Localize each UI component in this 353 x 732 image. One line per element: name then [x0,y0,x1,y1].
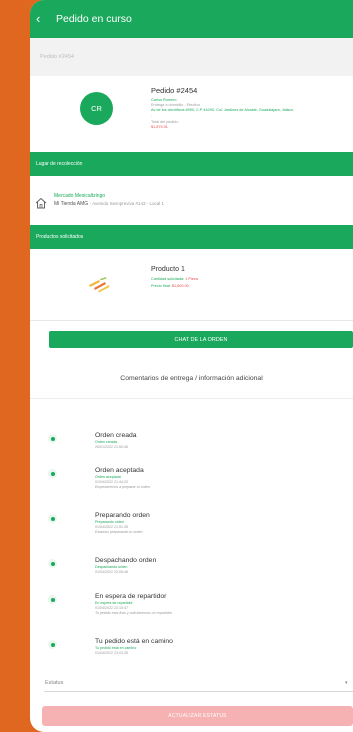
step-title: En espera de repartidor [95,593,167,600]
address-extra: - [151,113,153,117]
step-note: Tu pedido esta listo y solicitaremos un … [95,611,173,616]
product-price: Precio final: $1,600.00 [151,284,189,288]
total-value: $1,879.31 [151,125,168,129]
chat-area: CHAT DE LA ORDEN [30,321,353,348]
chat-order-button[interactable]: CHAT DE LA ORDEN [49,331,353,348]
update-status-button[interactable]: ACTUALIZAR ESTATUS [42,706,353,726]
store-address: - Avenida Siempreviva #143 - Local 1 [89,201,165,206]
pickup-header-label: Lugar de recolección [36,161,83,167]
step-title: Tu pedido está en camino [95,638,173,645]
pickup-location: Mercado Mexicaltzingo Mi Tienda AMG - Av… [30,176,353,225]
pickup-name: Mercado Mexicaltzingo [54,193,106,199]
status-dot-icon [48,514,57,523]
chevron-down-icon[interactable]: ▾ [345,680,348,686]
update-status-label: ACTUALIZAR ESTATUS [168,713,227,719]
home-icon [35,197,47,209]
order-summary: CR Pedido #2454 Carlos Romero Entrega a … [30,76,353,152]
product-item: Producto 1 Cantidad solicitada: 1 Pieza … [30,249,353,321]
product-info: Producto 1 Cantidad solicitada: 1 Pieza … [151,266,198,289]
app-bar: ‹ Pedido en curso [30,0,353,38]
product-name: Producto 1 [151,266,185,273]
pickup-header: Lugar de recolección [30,152,353,176]
pickup-text: Mercado Mexicaltzingo Mi Tienda AMG - Av… [54,193,164,208]
pickup-address-line: Mi Tienda AMG - Avenida Siempreviva #143… [54,200,164,208]
step-date: 26/01/2022 21:50:46 [95,445,128,450]
step-title: Orden aceptada [95,467,144,474]
status-dot-icon [48,434,57,443]
products-header: Productos solicitados [30,225,353,249]
comments-title: Comentarios de entrega / información adi… [120,375,263,382]
step-title: Despachando orden [95,557,157,564]
products-header-label: Productos solicitados [36,234,84,240]
select-underline [44,691,353,692]
step-note: Estamos preparando tu orden [95,530,143,535]
step-date: 01/04/2022 22:05:46 [95,570,128,575]
step-title: Orden creada [95,432,137,439]
tablet-screen: ‹ Pedido en curso Pedido #2454 CR Pedido… [30,0,353,732]
status-select[interactable]: Estatus [45,680,63,686]
comments-heading: Comentarios de entrega / información adi… [30,359,353,399]
avatar-initials: CR [91,104,102,113]
status-dot-icon [48,559,57,568]
page-title: Pedido en curso [56,13,132,25]
order-subheader: Pedido #2454 [30,38,353,76]
status-dot-icon [48,469,57,478]
chat-order-label: CHAT DE LA ORDEN [174,336,228,343]
status-dot-icon [48,640,57,649]
order-title: Pedido #2454 [151,86,198,95]
delivery-address: Av de los científicos #590, C.P 44290, C… [151,108,294,112]
store-name: Mi Tienda AMG [54,201,89,207]
step-date: 01/04/2022 23:03:35 [95,651,128,656]
step-note: Empezaremos a preparar tu orden [95,485,150,490]
avatar: CR [80,92,113,125]
subheader-label: Pedido #2454 [40,54,74,60]
chevron-left-icon[interactable]: ‹ [36,12,50,26]
step-title: Preparando orden [95,512,150,519]
product-qty: Cantidad solicitada: 1 Pieza [151,277,198,281]
order-info: Pedido #2454 Carlos Romero Entrega a dom… [151,86,293,130]
product-image [89,277,110,293]
status-dot-icon [48,595,57,604]
